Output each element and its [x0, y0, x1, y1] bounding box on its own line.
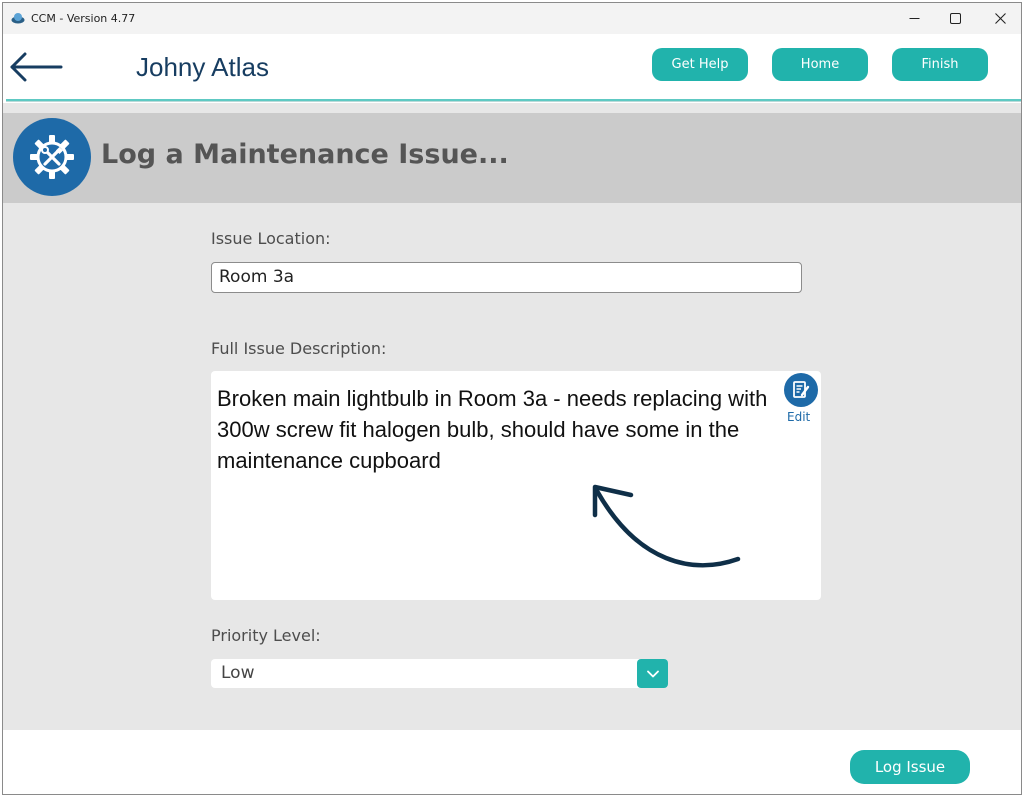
priority-level-label: Priority Level:	[211, 626, 321, 645]
finish-button[interactable]: Finish	[892, 48, 988, 81]
gear-wrench-glyph	[30, 135, 74, 179]
close-icon	[994, 13, 1006, 24]
log-issue-button[interactable]: Log Issue	[850, 750, 970, 784]
issue-location-input[interactable]: Room 3a	[211, 262, 802, 293]
app-header: Johny Atlas Get Help Home Finish	[3, 34, 1021, 100]
page-title: Log a Maintenance Issue...	[101, 139, 509, 170]
home-button[interactable]: Home	[772, 48, 868, 81]
maximize-button[interactable]	[932, 3, 978, 34]
get-help-button[interactable]: Get Help	[652, 48, 748, 81]
curved-arrow-icon	[592, 484, 741, 568]
back-arrow-icon[interactable]	[9, 52, 63, 82]
main-panel: Log a Maintenance Issue... Issue Locatio…	[3, 103, 1021, 730]
title-bar: CCM - Version 4.77	[3, 3, 1021, 34]
edit-label: Edit	[787, 410, 811, 424]
window-title: CCM - Version 4.77	[31, 12, 136, 25]
app-logo-icon	[11, 13, 25, 24]
priority-level-value: Low	[221, 663, 255, 683]
minimize-icon	[909, 18, 919, 19]
app-footer: Log Issue	[3, 730, 1021, 794]
priority-level-select[interactable]: Low	[211, 659, 668, 688]
maximize-icon	[949, 13, 961, 24]
header-divider	[6, 99, 1021, 102]
page-banner: Log a Maintenance Issue...	[3, 113, 1021, 203]
edit-icon	[784, 373, 818, 407]
user-name: Johny Atlas	[136, 52, 269, 82]
minimize-button[interactable]	[891, 3, 937, 34]
issue-description-label: Full Issue Description:	[211, 339, 387, 358]
issue-location-label: Issue Location:	[211, 229, 331, 248]
close-button[interactable]	[977, 3, 1021, 34]
gear-wrench-icon	[13, 118, 91, 196]
app-window: CCM - Version 4.77 Johny Atlas Get Help …	[2, 2, 1022, 795]
edit-description-button[interactable]: Edit	[781, 373, 821, 425]
chevron-down-icon[interactable]	[637, 659, 668, 688]
